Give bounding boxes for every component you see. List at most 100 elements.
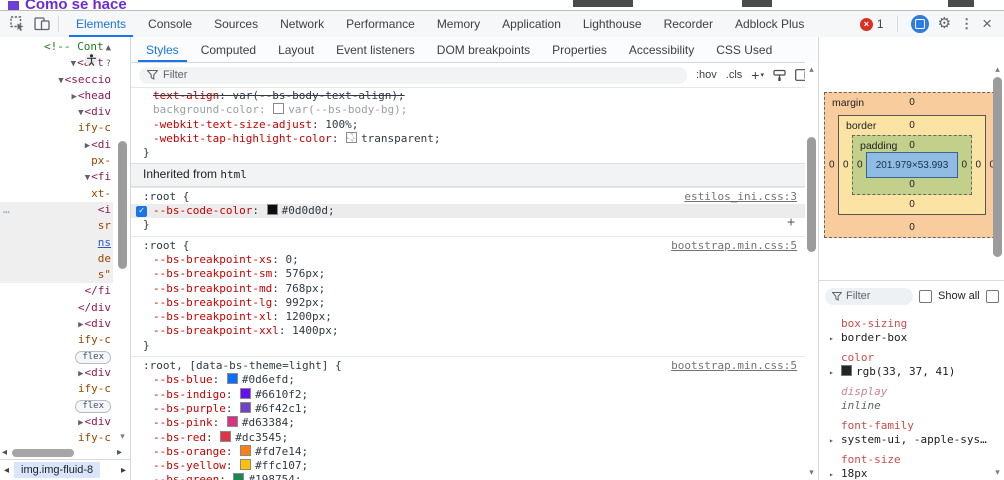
scrollbar-thumb[interactable]: [12, 449, 74, 457]
tree-row[interactable]: ▶<div: [0, 365, 113, 381]
color-swatch[interactable]: [267, 204, 278, 215]
computed-property-name[interactable]: display: [819, 385, 991, 399]
css-declaration[interactable]: --bs-breakpoint-xxl: 1400px;: [131, 324, 805, 338]
tree-row[interactable]: </fi: [0, 283, 113, 299]
subtab-layout[interactable]: Layout: [267, 37, 325, 62]
node-text[interactable]: <i: [98, 203, 111, 216]
computed-property-name[interactable]: font-size: [819, 453, 991, 467]
property-value[interactable]: 0;: [285, 253, 298, 266]
border-left-value[interactable]: 0: [843, 160, 849, 171]
property-value[interactable]: #fd7e14;: [255, 445, 308, 458]
scrollbar-thumb[interactable]: [807, 137, 816, 252]
computed-property-value[interactable]: inline: [819, 399, 991, 413]
property-value[interactable]: transparent;: [361, 132, 440, 145]
css-declaration[interactable]: text-align: var(--bs-body-text-align);: [131, 89, 805, 103]
kebab-menu-icon[interactable]: ⋮: [960, 16, 973, 32]
property-name[interactable]: --bs-breakpoint-lg: [153, 296, 272, 309]
tab-recorder[interactable]: Recorder: [653, 11, 724, 37]
scroll-down-icon[interactable]: ▾: [991, 468, 1004, 477]
css-declaration[interactable]: -webkit-text-size-adjust: 100%;: [131, 118, 805, 132]
toggle-hover-state-button[interactable]: :hov: [696, 69, 717, 81]
css-declaration[interactable]: --bs-green: #198754;: [131, 473, 805, 480]
computed-property[interactable]: box-sizing▸border-box: [819, 317, 991, 345]
settings-gear-icon[interactable]: ⚙: [938, 16, 951, 32]
color-swatch[interactable]: [227, 416, 238, 427]
property-value[interactable]: #0d0d0d;: [282, 204, 335, 217]
rule-selector[interactable]: :root, [data-bs-theme=light] {bootstrap.…: [131, 359, 805, 373]
tree-row[interactable]: ify-c: [0, 332, 113, 348]
css-declaration[interactable]: --bs-yellow: #ffc107;: [131, 459, 805, 473]
property-name[interactable]: --bs-red: [153, 431, 206, 444]
tree-row[interactable]: ify-c: [0, 120, 113, 136]
color-swatch[interactable]: [273, 103, 284, 114]
css-declaration[interactable]: --bs-breakpoint-lg: 992px;: [131, 296, 805, 310]
tab-network[interactable]: Network: [269, 11, 335, 37]
tree-row[interactable]: ▶<div: [0, 414, 113, 430]
tab-performance[interactable]: Performance: [335, 11, 426, 37]
border-top-value[interactable]: 0: [839, 120, 985, 131]
css-declaration[interactable]: --bs-breakpoint-sm: 576px;: [131, 267, 805, 281]
color-swatch[interactable]: [240, 459, 251, 470]
node-text[interactable]: ify-c: [78, 333, 111, 346]
expander-icon[interactable]: ▶: [85, 141, 90, 151]
tree-row[interactable]: …<i: [0, 202, 113, 218]
add-declaration-icon[interactable]: +: [787, 216, 795, 230]
node-text[interactable]: <div: [85, 105, 112, 118]
node-text[interactable]: de: [98, 252, 111, 265]
property-value[interactable]: #198754;: [248, 473, 301, 480]
tree-row[interactable]: px-: [0, 153, 113, 169]
breadcrumb-left-icon[interactable]: ◂: [4, 465, 9, 476]
elements-vertical-scrollbar[interactable]: ▾: [116, 39, 129, 443]
computed-property[interactable]: color▸rgb(33, 37, 41): [819, 351, 991, 379]
property-name[interactable]: --bs-yellow: [153, 459, 226, 472]
padding-top-value[interactable]: 0: [853, 140, 971, 151]
color-swatch[interactable]: [346, 132, 357, 143]
node-text[interactable]: <!-- Cont: [44, 40, 104, 53]
scrollbar-thumb[interactable]: [993, 77, 1002, 257]
extension-badge-icon[interactable]: [911, 15, 929, 33]
property-value[interactable]: #d63384;: [242, 416, 295, 429]
computed-filter-input[interactable]: Filter: [825, 288, 913, 305]
property-value[interactable]: 1400px;: [292, 324, 338, 337]
device-toolbar-icon[interactable]: [30, 13, 54, 35]
computed-property[interactable]: font-size▸18px: [819, 453, 991, 480]
tree-row[interactable]: ▶<div: [0, 316, 113, 332]
tree-row[interactable]: ify-c: [0, 381, 113, 397]
property-name[interactable]: --bs-breakpoint-xxl: [153, 324, 279, 337]
tab-sources[interactable]: Sources: [203, 11, 269, 37]
css-declaration[interactable]: --bs-red: #dc3545;: [131, 431, 805, 445]
expander-icon[interactable]: ▸: [829, 366, 834, 380]
tree-row[interactable]: ▼<fi: [0, 169, 113, 185]
subtab-accessibility[interactable]: Accessibility: [618, 37, 705, 62]
expander-icon[interactable]: ▸: [829, 468, 834, 480]
margin-left-value[interactable]: 0: [829, 160, 835, 171]
expander-icon[interactable]: ▼: [78, 108, 83, 118]
tab-memory[interactable]: Memory: [426, 11, 491, 37]
box-model-content-size[interactable]: 201.979×53.993: [866, 152, 958, 178]
css-declaration[interactable]: --bs-breakpoint-xl: 1200px;: [131, 310, 805, 324]
expander-icon[interactable]: ▶: [71, 92, 76, 102]
subtab-dom-breakpoints[interactable]: DOM breakpoints: [426, 37, 541, 62]
property-name[interactable]: --bs-blue: [153, 373, 213, 386]
box-model-padding[interactable]: padding 0 0 0 0 201.979×53.993: [852, 135, 972, 195]
scroll-down-icon[interactable]: ▾: [805, 468, 818, 477]
property-name[interactable]: --bs-breakpoint-sm: [153, 267, 272, 280]
flex-badge[interactable]: flex: [75, 351, 111, 364]
property-name[interactable]: --bs-indigo: [153, 388, 226, 401]
expander-icon[interactable]: ▼: [85, 173, 90, 183]
rendering-emulation-icon[interactable]: [773, 69, 786, 82]
breadcrumb-item[interactable]: img.img-fluid-8: [14, 462, 100, 478]
node-text[interactable]: <seccio: [65, 73, 111, 86]
computed-property-name[interactable]: color: [819, 351, 991, 365]
node-text[interactable]: ify-c: [78, 382, 111, 395]
color-swatch[interactable]: [220, 431, 231, 442]
error-badge[interactable]: × 1: [860, 17, 884, 31]
node-text[interactable]: <di: [91, 138, 111, 151]
property-name[interactable]: -webkit-text-size-adjust: [153, 118, 312, 131]
breadcrumb-right-icon[interactable]: ▸: [121, 465, 126, 476]
computed-property[interactable]: displayinline: [819, 385, 991, 413]
computed-property-name[interactable]: font-family: [819, 419, 991, 433]
scroll-right-icon[interactable]: ▸: [117, 447, 122, 459]
elements-horizontal-scrollbar[interactable]: ◂ ▸: [0, 446, 130, 460]
tab-elements[interactable]: Elements: [65, 11, 137, 37]
